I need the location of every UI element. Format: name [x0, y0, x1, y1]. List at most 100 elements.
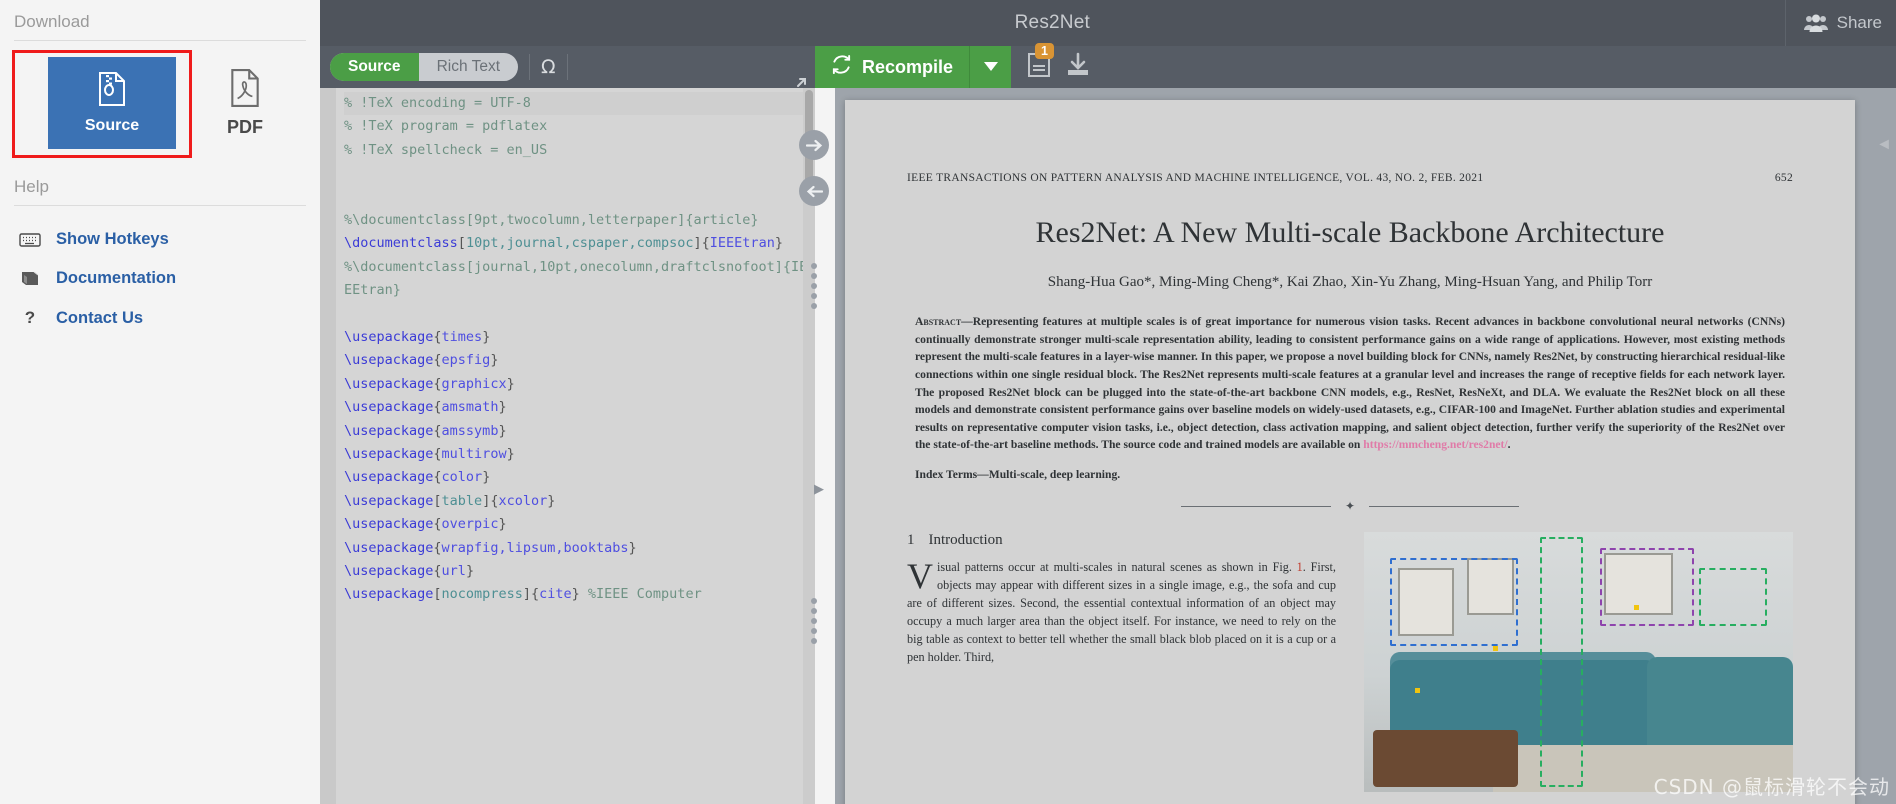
compile-toolbar: Recompile 1 [786, 42, 1896, 98]
latex-source-code[interactable]: % !TeX encoding = UTF-8% !TeX program = … [336, 88, 815, 804]
code-line[interactable]: \usepackage{wrapfig,lipsum,booktabs} [344, 537, 815, 560]
annotation-point [1492, 646, 1498, 652]
pane-splitter[interactable]: ▶ [799, 88, 835, 804]
app-header: Res2Net Share [320, 0, 1896, 46]
rule-left [1180, 505, 1331, 507]
download-pdf-label: PDF [227, 116, 263, 137]
intro-paragraph: Visual patterns occur at multi-scales in… [907, 555, 1336, 667]
compile-toolbar-icons: 1 [1011, 42, 1091, 83]
code-line[interactable]: \usepackage{overpic} [344, 513, 815, 536]
editor-mode-toggle[interactable]: Source Rich Text [330, 53, 519, 81]
help-item-hotkeys-label: Show Hotkeys [56, 230, 169, 248]
caret-down-icon [983, 58, 998, 76]
goto-pdf-location-button[interactable] [799, 130, 829, 160]
code-editor[interactable]: % !TeX encoding = UTF-8% !TeX program = … [320, 88, 815, 804]
collapse-panel-icon[interactable]: ◄ [1876, 136, 1892, 154]
pdf-running-head: IEEE TRANSACTIONS ON PATTERN ANALYSIS AN… [845, 100, 1855, 184]
code-line[interactable]: % !TeX encoding = UTF-8 [344, 92, 815, 116]
code-line[interactable]: \usepackage{graphicx} [344, 373, 815, 396]
abstract-tail: . [1507, 438, 1511, 452]
paper-authors: Shang-Hua Gao*, Ming-Ming Cheng*, Kai Zh… [1047, 274, 1653, 291]
help-item-documentation-label: Documentation [56, 269, 177, 287]
code-line[interactable] [344, 186, 815, 209]
drop-cap: V [907, 555, 933, 596]
logs-count-badge: 1 [1035, 42, 1054, 59]
download-source-tile[interactable]: Source [48, 57, 176, 149]
symbol-palette-icon[interactable]: Ω [541, 56, 556, 78]
help-item-documentation[interactable]: Documentation [0, 259, 320, 298]
pdf-preview-pane[interactable]: IEEE TRANSACTIONS ON PATTERN ANALYSIS AN… [835, 88, 1896, 804]
zip-file-icon [97, 71, 127, 111]
code-line[interactable]: \usepackage{times} [344, 326, 815, 349]
code-line[interactable]: \usepackage{url} [344, 560, 815, 583]
pdf-page: IEEE TRANSACTIONS ON PATTERN ANALYSIS AN… [845, 100, 1855, 804]
code-line[interactable]: \usepackage{amsmath} [344, 396, 815, 419]
code-line[interactable]: % !TeX spellcheck = en_US [344, 139, 815, 162]
code-line[interactable]: \usepackage{multirow} [344, 443, 815, 466]
abstract-label: Abstract [915, 315, 962, 329]
splitter-grip-lower[interactable] [811, 598, 817, 644]
code-line[interactable]: % !TeX program = pdflatex [344, 115, 815, 138]
goto-code-location-button[interactable] [799, 176, 829, 206]
splitter-grip-upper[interactable] [811, 263, 817, 309]
diamond-icon: ✦ [1344, 498, 1356, 513]
annotation-box-blue [1389, 557, 1519, 647]
recompile-button[interactable]: Recompile [815, 46, 970, 88]
code-line[interactable]: \usepackage{color} [344, 466, 815, 489]
help-item-hotkeys[interactable]: Show Hotkeys [0, 220, 320, 259]
code-line[interactable] [344, 162, 815, 185]
splitter-arrow-icon[interactable]: ▶ [814, 481, 824, 497]
tab-rich-text[interactable]: Rich Text [419, 53, 518, 81]
recompile-label: Recompile [862, 56, 954, 77]
annotation-box-purple [1599, 547, 1695, 626]
paper-column-left: 1 Introduction Visual patterns occur at m… [907, 532, 1336, 792]
download-pdf-button[interactable] [1065, 52, 1091, 83]
download-pdf-tile[interactable]: PDF [210, 57, 280, 149]
paper-column-right [1364, 531, 1793, 792]
share-button[interactable]: Share [1784, 0, 1896, 46]
code-line[interactable]: \usepackage{amssymb} [344, 420, 815, 443]
coffee-table [1372, 729, 1519, 787]
abstract-link[interactable]: https://mmcheng.net/res2net/ [1363, 438, 1507, 451]
keyboard-icon [18, 232, 42, 247]
watermark-text: CSDN @鼠标滑轮不会动 [1653, 775, 1890, 799]
toolbar-separator-2 [566, 54, 568, 80]
code-line[interactable]: \usepackage[table]{xcolor} [344, 490, 815, 513]
intro-text-1: isual patterns occur at multi-scales in … [937, 559, 1297, 574]
index-terms: Index Terms—Multi-scale, deep learning. [915, 467, 1121, 481]
help-items: Show Hotkeys Documentation ? Contact Us [0, 206, 320, 338]
section-heading: 1 Introduction [907, 532, 1336, 559]
journal-name: IEEE TRANSACTIONS ON PATTERN ANALYSIS AN… [907, 172, 1484, 184]
help-item-contact-label: Contact Us [56, 308, 144, 327]
annotation-box-green [1539, 537, 1583, 787]
annotation-point [1634, 604, 1640, 610]
help-section-label: Help [14, 177, 49, 196]
figure-image [1364, 531, 1793, 792]
refresh-icon [831, 54, 852, 80]
download-pdf-button[interactable]: PDF [210, 57, 280, 149]
code-line[interactable]: \documentclass[10pt,journal,cspaper,comp… [344, 232, 815, 255]
download-source-label: Source [84, 116, 140, 134]
download-source-button[interactable]: Source [48, 57, 176, 149]
recompile-options-button[interactable] [969, 46, 1012, 88]
code-line[interactable]: \usepackage[nocompress]{cite} %IEEE Comp… [344, 583, 815, 606]
section-rule: ✦ [845, 481, 1855, 514]
help-item-contact[interactable]: ? Contact Us [0, 298, 320, 338]
section-title: Introduction [928, 531, 1003, 548]
code-line[interactable] [344, 303, 815, 326]
page-number: 652 [1774, 172, 1793, 184]
annotation-box-green-2 [1698, 568, 1768, 626]
editor-gutter [320, 88, 336, 804]
code-line[interactable]: \usepackage{epsfig} [344, 349, 815, 372]
paper-title: Res2Net: A New Multi-scale Backbone Arch… [1035, 216, 1665, 249]
code-line[interactable]: %\documentclass[9pt,twocolumn,letterpape… [344, 209, 815, 232]
paper-abstract: Abstract—Representing features at multip… [845, 291, 1855, 454]
intro-text-2: . First, objects may appear with differe… [907, 559, 1336, 664]
compile-logs-button[interactable]: 1 [1027, 42, 1054, 83]
tab-source[interactable]: Source [330, 53, 419, 81]
download-options: Source PDF [14, 41, 306, 165]
share-label: Share [1836, 13, 1882, 32]
rule-right [1369, 505, 1520, 507]
annotation-point [1415, 687, 1421, 693]
code-line[interactable]: %\documentclass[journal,10pt,onecolumn,d… [344, 256, 815, 303]
